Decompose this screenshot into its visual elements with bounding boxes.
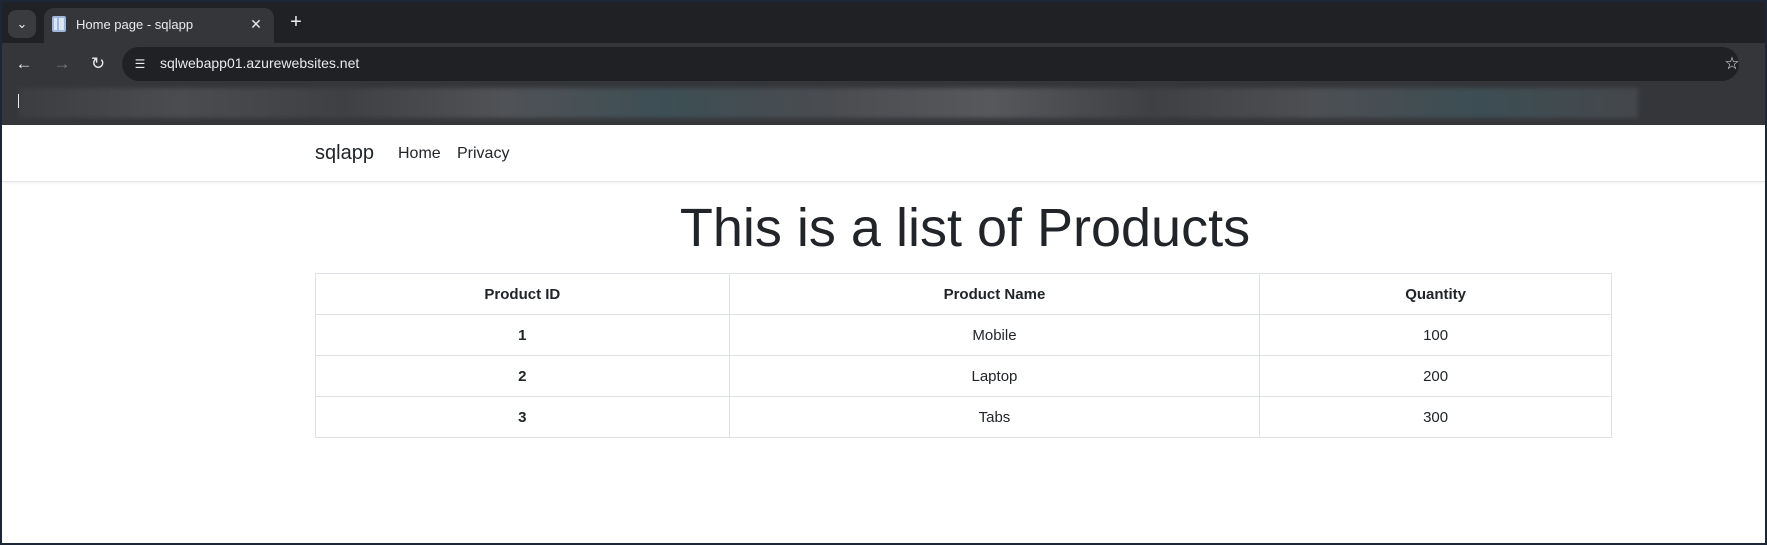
cell-quantity: 200 bbox=[1259, 355, 1612, 397]
tune-icon[interactable]: ☰ bbox=[130, 54, 150, 74]
bookmarks-bar bbox=[2, 85, 1765, 125]
close-icon[interactable]: ✕ bbox=[246, 14, 266, 34]
browser-window: ⌄ Home page - sqlapp ✕ + ← → ↻ ☰ sqlweba… bbox=[0, 0, 1767, 545]
tab-search-button[interactable]: ⌄ bbox=[8, 10, 36, 38]
star-icon[interactable]: ☆ bbox=[1721, 54, 1743, 74]
products-table: Product ID Product Name Quantity 1 Mobil… bbox=[315, 273, 1612, 438]
page-title: This is a list of Products bbox=[679, 198, 1251, 258]
tab-title: Home page - sqlapp bbox=[76, 17, 194, 32]
cell-product-name: Laptop bbox=[728, 355, 1261, 397]
bookmarks-divider bbox=[18, 94, 19, 108]
header-product-id: Product ID bbox=[315, 273, 730, 315]
cell-product-id: 1 bbox=[315, 314, 730, 356]
arrow-right-icon[interactable]: → bbox=[48, 50, 76, 78]
web-page: sqlapp Home Privacy This is a list of Pr… bbox=[2, 125, 1765, 543]
arrow-left-icon[interactable]: ← bbox=[10, 50, 38, 78]
nav-link-home[interactable]: Home bbox=[398, 145, 441, 163]
cell-quantity: 300 bbox=[1259, 396, 1612, 438]
table-header-row: Product ID Product Name Quantity bbox=[315, 273, 1612, 315]
header-quantity: Quantity bbox=[1259, 273, 1612, 315]
reload-icon[interactable]: ↻ bbox=[84, 50, 112, 78]
browser-toolbar: ← → ↻ ☰ sqlwebapp01.azurewebsites.net ☆ bbox=[2, 43, 1765, 85]
cell-product-id: 2 bbox=[315, 355, 730, 397]
address-bar[interactable]: ☰ sqlwebapp01.azurewebsites.net ☆ bbox=[122, 47, 1740, 81]
cell-product-id: 3 bbox=[315, 396, 730, 438]
cell-product-name: Tabs bbox=[728, 396, 1261, 438]
header-product-name: Product Name bbox=[728, 273, 1261, 315]
url-text[interactable]: sqlwebapp01.azurewebsites.net bbox=[160, 55, 359, 71]
blurred-bookmarks bbox=[18, 88, 1638, 118]
table-row: 3 Tabs 300 bbox=[315, 396, 1612, 438]
cell-product-name: Mobile bbox=[728, 314, 1261, 356]
nav-link-privacy[interactable]: Privacy bbox=[457, 145, 509, 163]
site-brand-link[interactable]: sqlapp bbox=[315, 142, 374, 165]
tab-strip: ⌄ Home page - sqlapp ✕ + bbox=[2, 2, 1765, 43]
chevron-down-icon: ⌄ bbox=[16, 16, 28, 31]
tab-home-page[interactable]: Home page - sqlapp ✕ bbox=[44, 8, 274, 43]
site-navbar: sqlapp Home Privacy bbox=[2, 125, 1765, 182]
table-row: 1 Mobile 100 bbox=[315, 314, 1612, 356]
plus-icon[interactable]: + bbox=[284, 11, 308, 35]
page-icon bbox=[52, 16, 66, 32]
cell-quantity: 100 bbox=[1259, 314, 1612, 356]
table-row: 2 Laptop 200 bbox=[315, 355, 1612, 397]
